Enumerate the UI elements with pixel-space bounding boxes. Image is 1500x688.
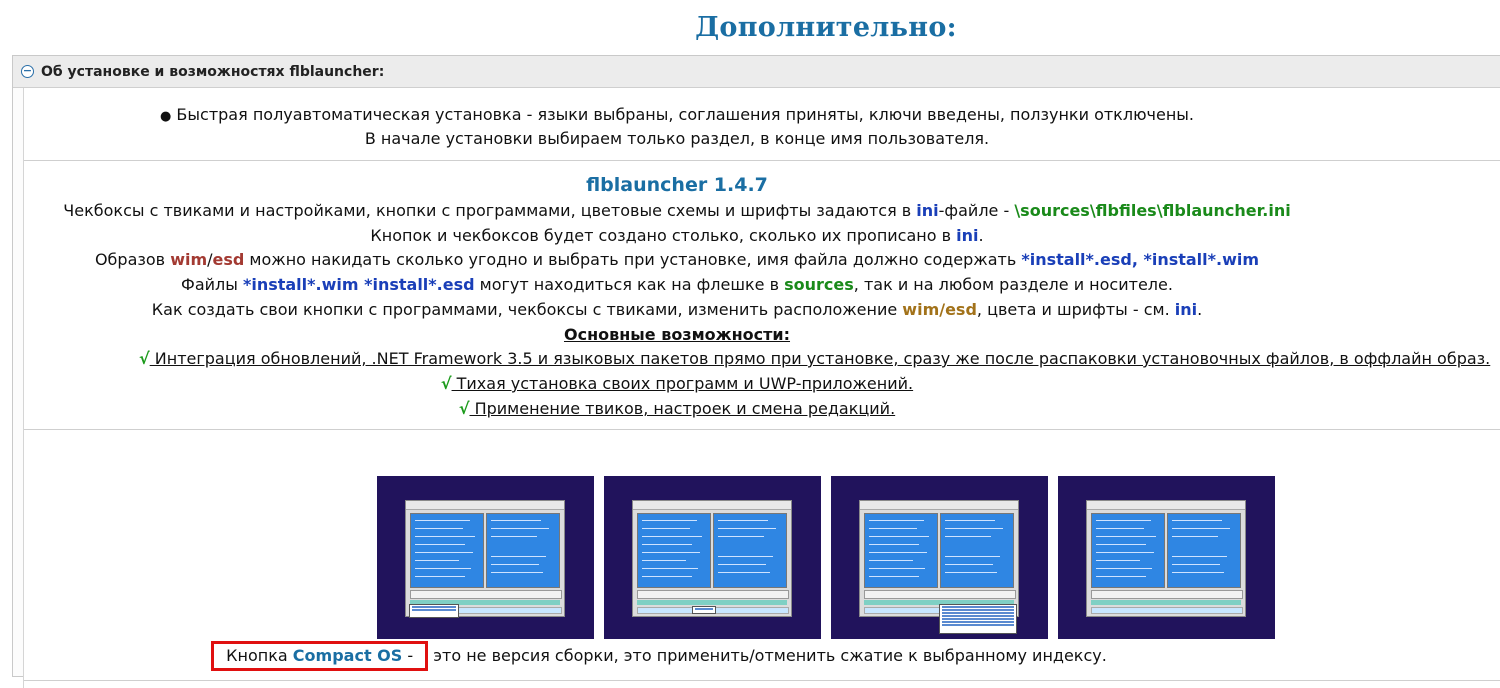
wim-label: wim [170, 250, 208, 269]
feature-item: √ Применение твиков, настроек и смена ре… [458, 399, 896, 418]
screenshot-thumbnail[interactable] [831, 476, 1048, 639]
intro-line-1: ● Быстрая полуавтоматическая установка -… [159, 105, 1195, 124]
checkmark-icon: √ [458, 399, 470, 418]
flb-line-1: Чекбоксы с твиками и настройками, кнопки… [63, 201, 1291, 220]
esd-label: esd [212, 250, 245, 269]
version-heading: flblauncher 1.4.7 [586, 174, 768, 196]
flb-line-4: Файлы *install*.wim *install*.esd могут … [181, 275, 1173, 294]
screenshot-thumbnail[interactable] [1058, 476, 1275, 639]
divider [24, 160, 1500, 161]
spoiler-block: − Об установке и возможностях flblaunche… [12, 55, 1500, 688]
screenshot-caption: Кнопка Compact OS - это не версия сборки… [24, 641, 1294, 671]
ini-link[interactable]: ini [956, 226, 978, 245]
install-pattern: *install*.esd, *install*.wim [1021, 250, 1260, 269]
sources-label: sources [784, 275, 854, 294]
screenshot-thumbnail[interactable] [604, 476, 821, 639]
collapse-icon[interactable]: − [21, 65, 34, 78]
flb-line-5: Как создать свои кнопки с программами, ч… [151, 300, 1203, 319]
divider [24, 429, 1500, 430]
wim-esd-label: wim/esd [902, 300, 977, 319]
feature-item: √ Интеграция обновлений, .NET Framework … [139, 349, 1491, 368]
compact-os-highlight: Кнопка Compact OS - [211, 641, 429, 671]
spoiler-header[interactable]: − Об установке и возможностях flblaunche… [13, 56, 1500, 88]
flb-line-3: Образов wim/esd можно накидать сколько у… [94, 250, 1260, 269]
screenshot-thumbnail[interactable] [377, 476, 594, 639]
flb-line-2: Кнопок и чекбоксов будет создано столько… [370, 226, 984, 245]
features-heading: Основные возможности: [563, 325, 791, 344]
feature-item: √ Тихая установка своих программ и UWP-п… [440, 374, 914, 393]
install-pattern: *install*.wim *install*.esd [242, 275, 475, 294]
bullet-icon: ● [159, 109, 172, 124]
intro-line-2: В начале установки выбираем только разде… [364, 129, 990, 148]
ini-link[interactable]: ini [916, 201, 938, 220]
spoiler-content: ● Быстрая полуавтоматическая установка -… [23, 88, 1500, 688]
ini-path: \sources\flbfiles\flblauncher.ini [1014, 201, 1291, 220]
ini-link[interactable]: ini [1175, 300, 1197, 319]
spoiler-title[interactable]: Об установке и возможностях flblauncher: [41, 64, 384, 80]
checkmark-icon: √ [440, 374, 452, 393]
divider [24, 680, 1500, 681]
page-title: Дополнительно: [695, 12, 957, 43]
checkmark-icon: √ [139, 349, 150, 368]
